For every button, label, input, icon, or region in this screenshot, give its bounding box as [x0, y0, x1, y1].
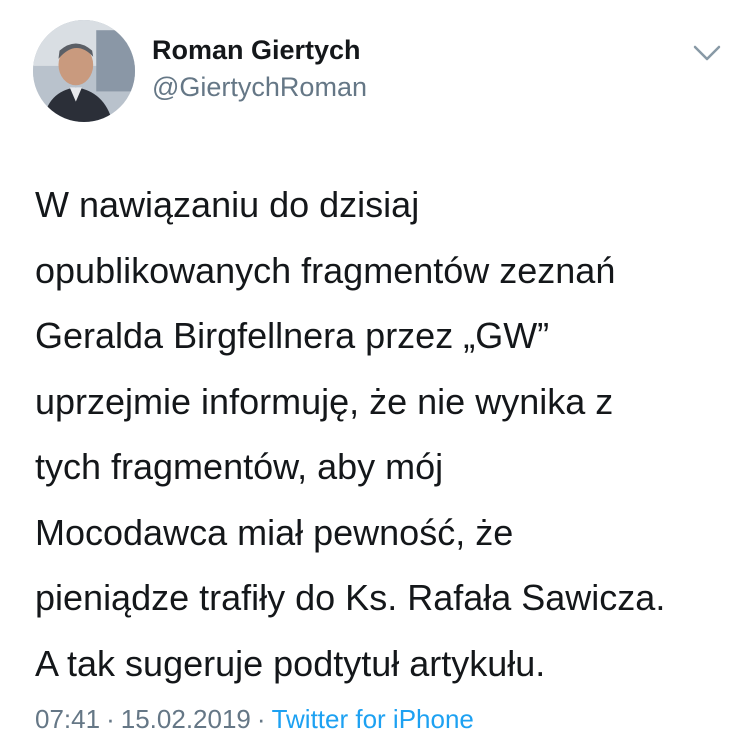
meta-separator: · — [106, 704, 115, 734]
tweet-text: W nawiązaniu do dzisiaj opublikowanych f… — [35, 172, 735, 696]
tweet-card: Roman Giertych @GiertychRoman W nawiązan… — [0, 0, 750, 750]
chevron-down-icon[interactable] — [690, 40, 724, 66]
tweet-time: 07:41 — [35, 704, 101, 734]
tweet-text-line: A tak sugeruje podtytuł artykułu. — [35, 642, 546, 684]
tweet-source-link[interactable]: Twitter for iPhone — [272, 704, 474, 734]
user-handle[interactable]: @GiertychRoman — [152, 72, 367, 103]
tweet-text-line: pieniądze trafiły do Ks. Rafała Sawicza. — [35, 577, 666, 618]
tweet-text-line: tych fragmentów, aby mój — [35, 446, 444, 487]
tweet-text-line: Mocodawca miał pewność, że — [35, 511, 514, 553]
avatar[interactable] — [33, 20, 135, 122]
tweet-text-line: opublikowanych fragmentów zeznań — [35, 249, 616, 291]
tweet-date: 15.02.2019 — [120, 704, 251, 734]
tweet-text-line: Geralda Birgfellnera przez „GW” — [35, 315, 550, 356]
tweet-text-line: W nawiązaniu do dzisiaj — [35, 184, 420, 225]
tweet-meta: 07:41 · 15.02.2019 · Twitter for iPhone — [35, 704, 474, 735]
tweet-text-line: uprzejmie informuję, że nie wynika z — [35, 380, 614, 422]
avatar-photo — [33, 20, 135, 122]
meta-separator: · — [256, 704, 266, 734]
display-name[interactable]: Roman Giertych — [152, 35, 361, 66]
